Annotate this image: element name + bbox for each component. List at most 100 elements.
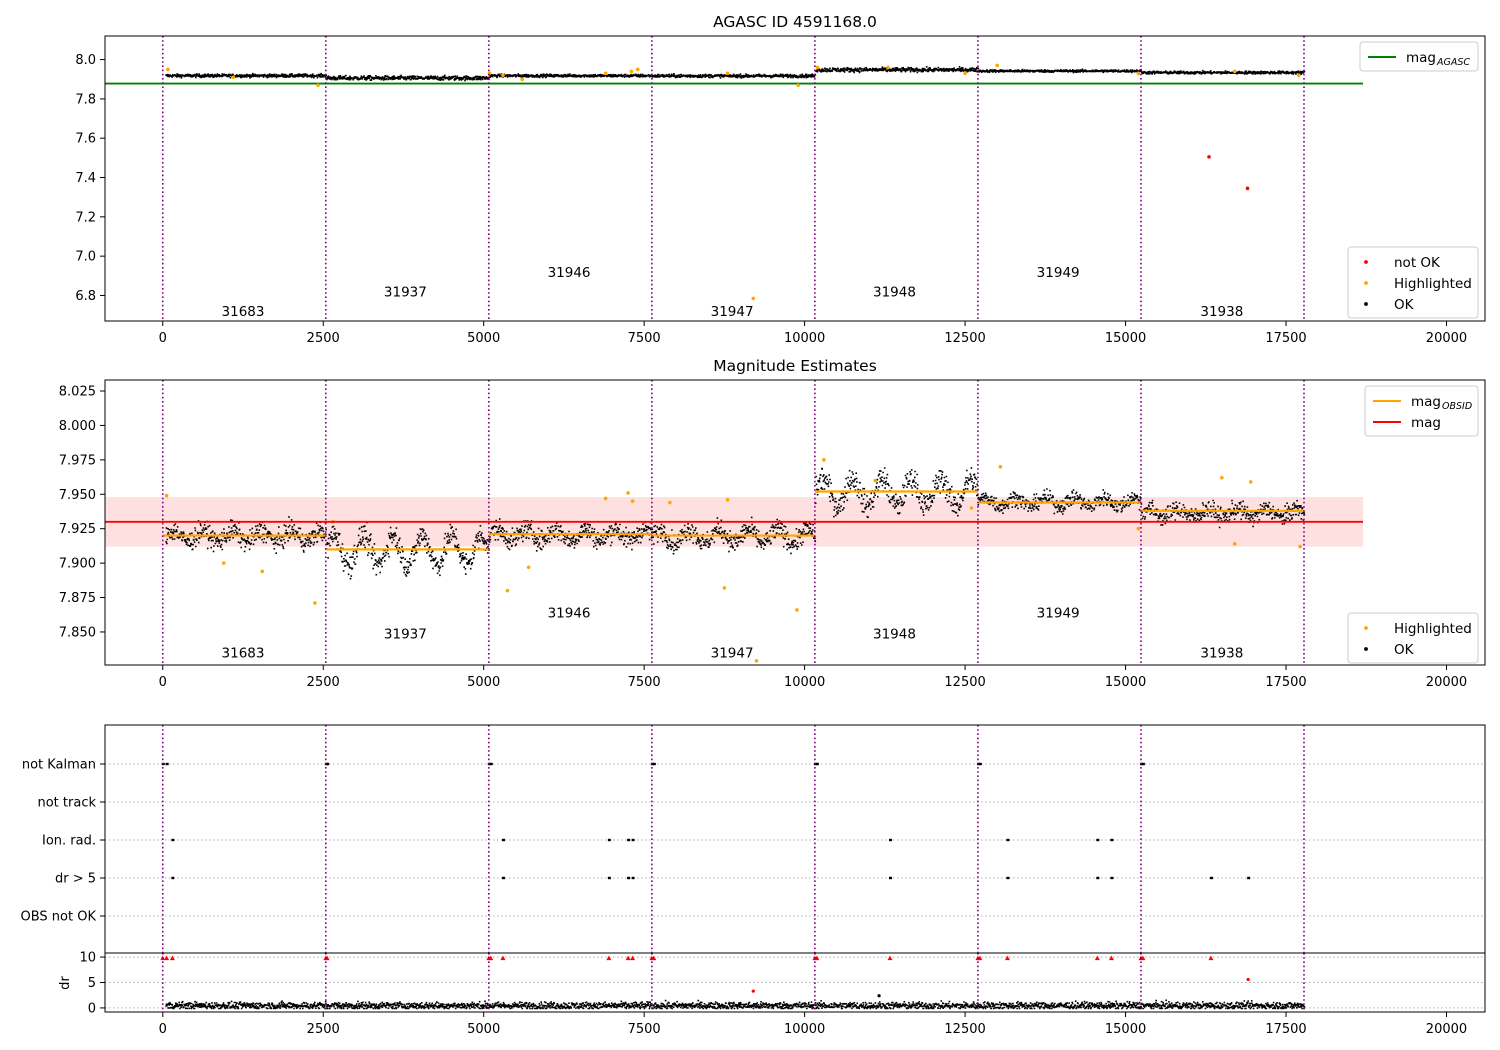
highlighted-point <box>873 478 878 483</box>
flag-event-mark <box>978 762 982 766</box>
chart-title: AGASC ID 4591168.0 <box>713 13 877 31</box>
x-tick-label: 17500 <box>1265 1022 1306 1037</box>
highlighted-point <box>886 65 890 70</box>
highlighted-point <box>796 83 801 87</box>
dr-axis-label: dr <box>58 976 73 990</box>
flag-event-mark <box>815 762 819 766</box>
highlighted-point <box>725 497 730 502</box>
obsid-label: 31937 <box>384 285 427 301</box>
data-layer <box>105 63 1364 301</box>
dr-clipped-marker <box>1094 955 1100 961</box>
obsid-label: 31949 <box>1037 265 1080 281</box>
dr-clipped-marker <box>625 955 631 961</box>
x-tick-label: 20000 <box>1426 1022 1467 1037</box>
highlighted-point <box>164 493 169 498</box>
flag-row-label: Ion. rad. <box>42 834 96 849</box>
dr-clipped-marker <box>887 955 893 961</box>
magnitude-estimates-panel: Magnitude Estimates 7.850 7.875 7.900 7.925… <box>59 357 1486 690</box>
highlighted-point <box>668 500 672 505</box>
highlighted-point <box>725 71 730 76</box>
highlighted-point <box>754 659 759 663</box>
ok-points-segment <box>488 73 654 79</box>
highlighted-point <box>260 569 265 574</box>
x-tick-label: 10000 <box>784 1022 825 1037</box>
dr-clipped-marker <box>630 955 636 961</box>
x-tick-label: 0 <box>159 675 167 690</box>
highlighted-point <box>603 71 608 76</box>
x-tick-label: 2500 <box>307 331 340 346</box>
obsid-label: 31938 <box>1200 646 1243 662</box>
x-tick-label: 5000 <box>467 1022 500 1037</box>
highlighted-point <box>635 67 640 72</box>
x-tick-label: 2500 <box>307 1022 340 1037</box>
chart-title-magnitude-estimates: Magnitude Estimates <box>713 357 877 375</box>
highlighted-point <box>1232 69 1237 74</box>
legend-dot-swatch <box>1364 626 1368 630</box>
flag-event-mark <box>501 876 505 880</box>
highlighted-point <box>815 65 820 70</box>
obsid-label: 31683 <box>222 304 265 320</box>
y-tick-label: 7.850 <box>59 625 96 640</box>
dr-panel: 0 5 10 dr 0 2500 5000 7500 10000 12500 15000 17500 2… <box>58 951 1485 1037</box>
highlighted-point <box>1298 544 1302 549</box>
legend-subscript: OBSID <box>1442 401 1472 412</box>
highlighted-point <box>520 77 525 82</box>
y-tick-label: 5 <box>88 976 96 991</box>
obsid-label: 31937 <box>384 626 427 642</box>
middle-legend-lower: Highlighted OK <box>1347 612 1479 664</box>
y-tick-label: 7.900 <box>59 557 96 572</box>
x-tick-label: 12500 <box>944 675 985 690</box>
dr-clipped-marker <box>1004 955 1010 961</box>
flag-row-label: not Kalman <box>22 758 96 773</box>
x-tick-label: 12500 <box>944 331 985 346</box>
flag-event-mark <box>607 876 611 880</box>
legend-label: Highlighted <box>1394 276 1472 292</box>
flag-event-mark <box>631 838 635 842</box>
obsid-label: 31938 <box>1200 304 1243 320</box>
flag-event-mark <box>1006 876 1010 880</box>
y-tick-label: 7.4 <box>75 171 96 186</box>
highlighted-point <box>501 73 505 78</box>
flag-event-mark <box>631 876 635 880</box>
legend-label: mag <box>1406 50 1436 66</box>
legend-dot-swatch <box>1364 260 1368 264</box>
legend-label: mag <box>1411 415 1441 431</box>
y-tick-label: 6.8 <box>75 289 96 304</box>
obsid-label: 31948 <box>873 285 916 301</box>
flag-event-mark <box>1110 876 1114 880</box>
middle-legend-upper: mag OBSIDmag <box>1364 385 1479 437</box>
x-tick-label: 20000 <box>1426 331 1467 346</box>
highlighted-point <box>969 506 974 510</box>
y-tick-label: 7.6 <box>75 132 96 147</box>
top-plot-area: 6.8 7.0 7.2 7.4 7.6 7.8 8.0 0 2500 5000 7500 10000 1… <box>75 36 1467 346</box>
x-tick-label: 2500 <box>307 675 340 690</box>
legend-dot-swatch <box>1364 647 1368 651</box>
dr-outlier-point <box>1246 977 1250 982</box>
highlighted-point <box>1248 480 1253 484</box>
dr-clipped-marker <box>169 955 175 961</box>
top-legend-lower: not OK Highlighted OK <box>1347 246 1479 319</box>
flag-event-mark <box>165 762 169 766</box>
flag-event-mark <box>1141 762 1145 766</box>
ok-points-segment <box>814 66 980 74</box>
flag-event-mark <box>1247 876 1251 880</box>
flag-event-mark <box>1209 876 1213 880</box>
dr-clipped-marker <box>1208 955 1214 961</box>
flag-event-mark <box>501 838 505 842</box>
highlighted-point <box>1136 526 1141 531</box>
dr-clipped-marker <box>1108 955 1114 961</box>
highlighted-point <box>316 83 320 87</box>
dr-outlier-point <box>877 994 881 998</box>
x-tick-label: 10000 <box>784 331 825 346</box>
x-tick-label: 7500 <box>628 331 661 346</box>
obsid-label: 31947 <box>711 646 754 662</box>
highlighted-point <box>166 67 170 72</box>
x-tick-label: 17500 <box>1265 675 1306 690</box>
highlighted-point <box>629 69 634 74</box>
data-layer <box>105 458 1364 663</box>
ok-points-segment <box>977 68 1143 74</box>
legend-dot-swatch <box>1364 302 1368 306</box>
highlighted-point <box>998 464 1003 469</box>
lower-axes-frame <box>104 724 1486 1013</box>
obsid-label: 31946 <box>548 606 591 622</box>
